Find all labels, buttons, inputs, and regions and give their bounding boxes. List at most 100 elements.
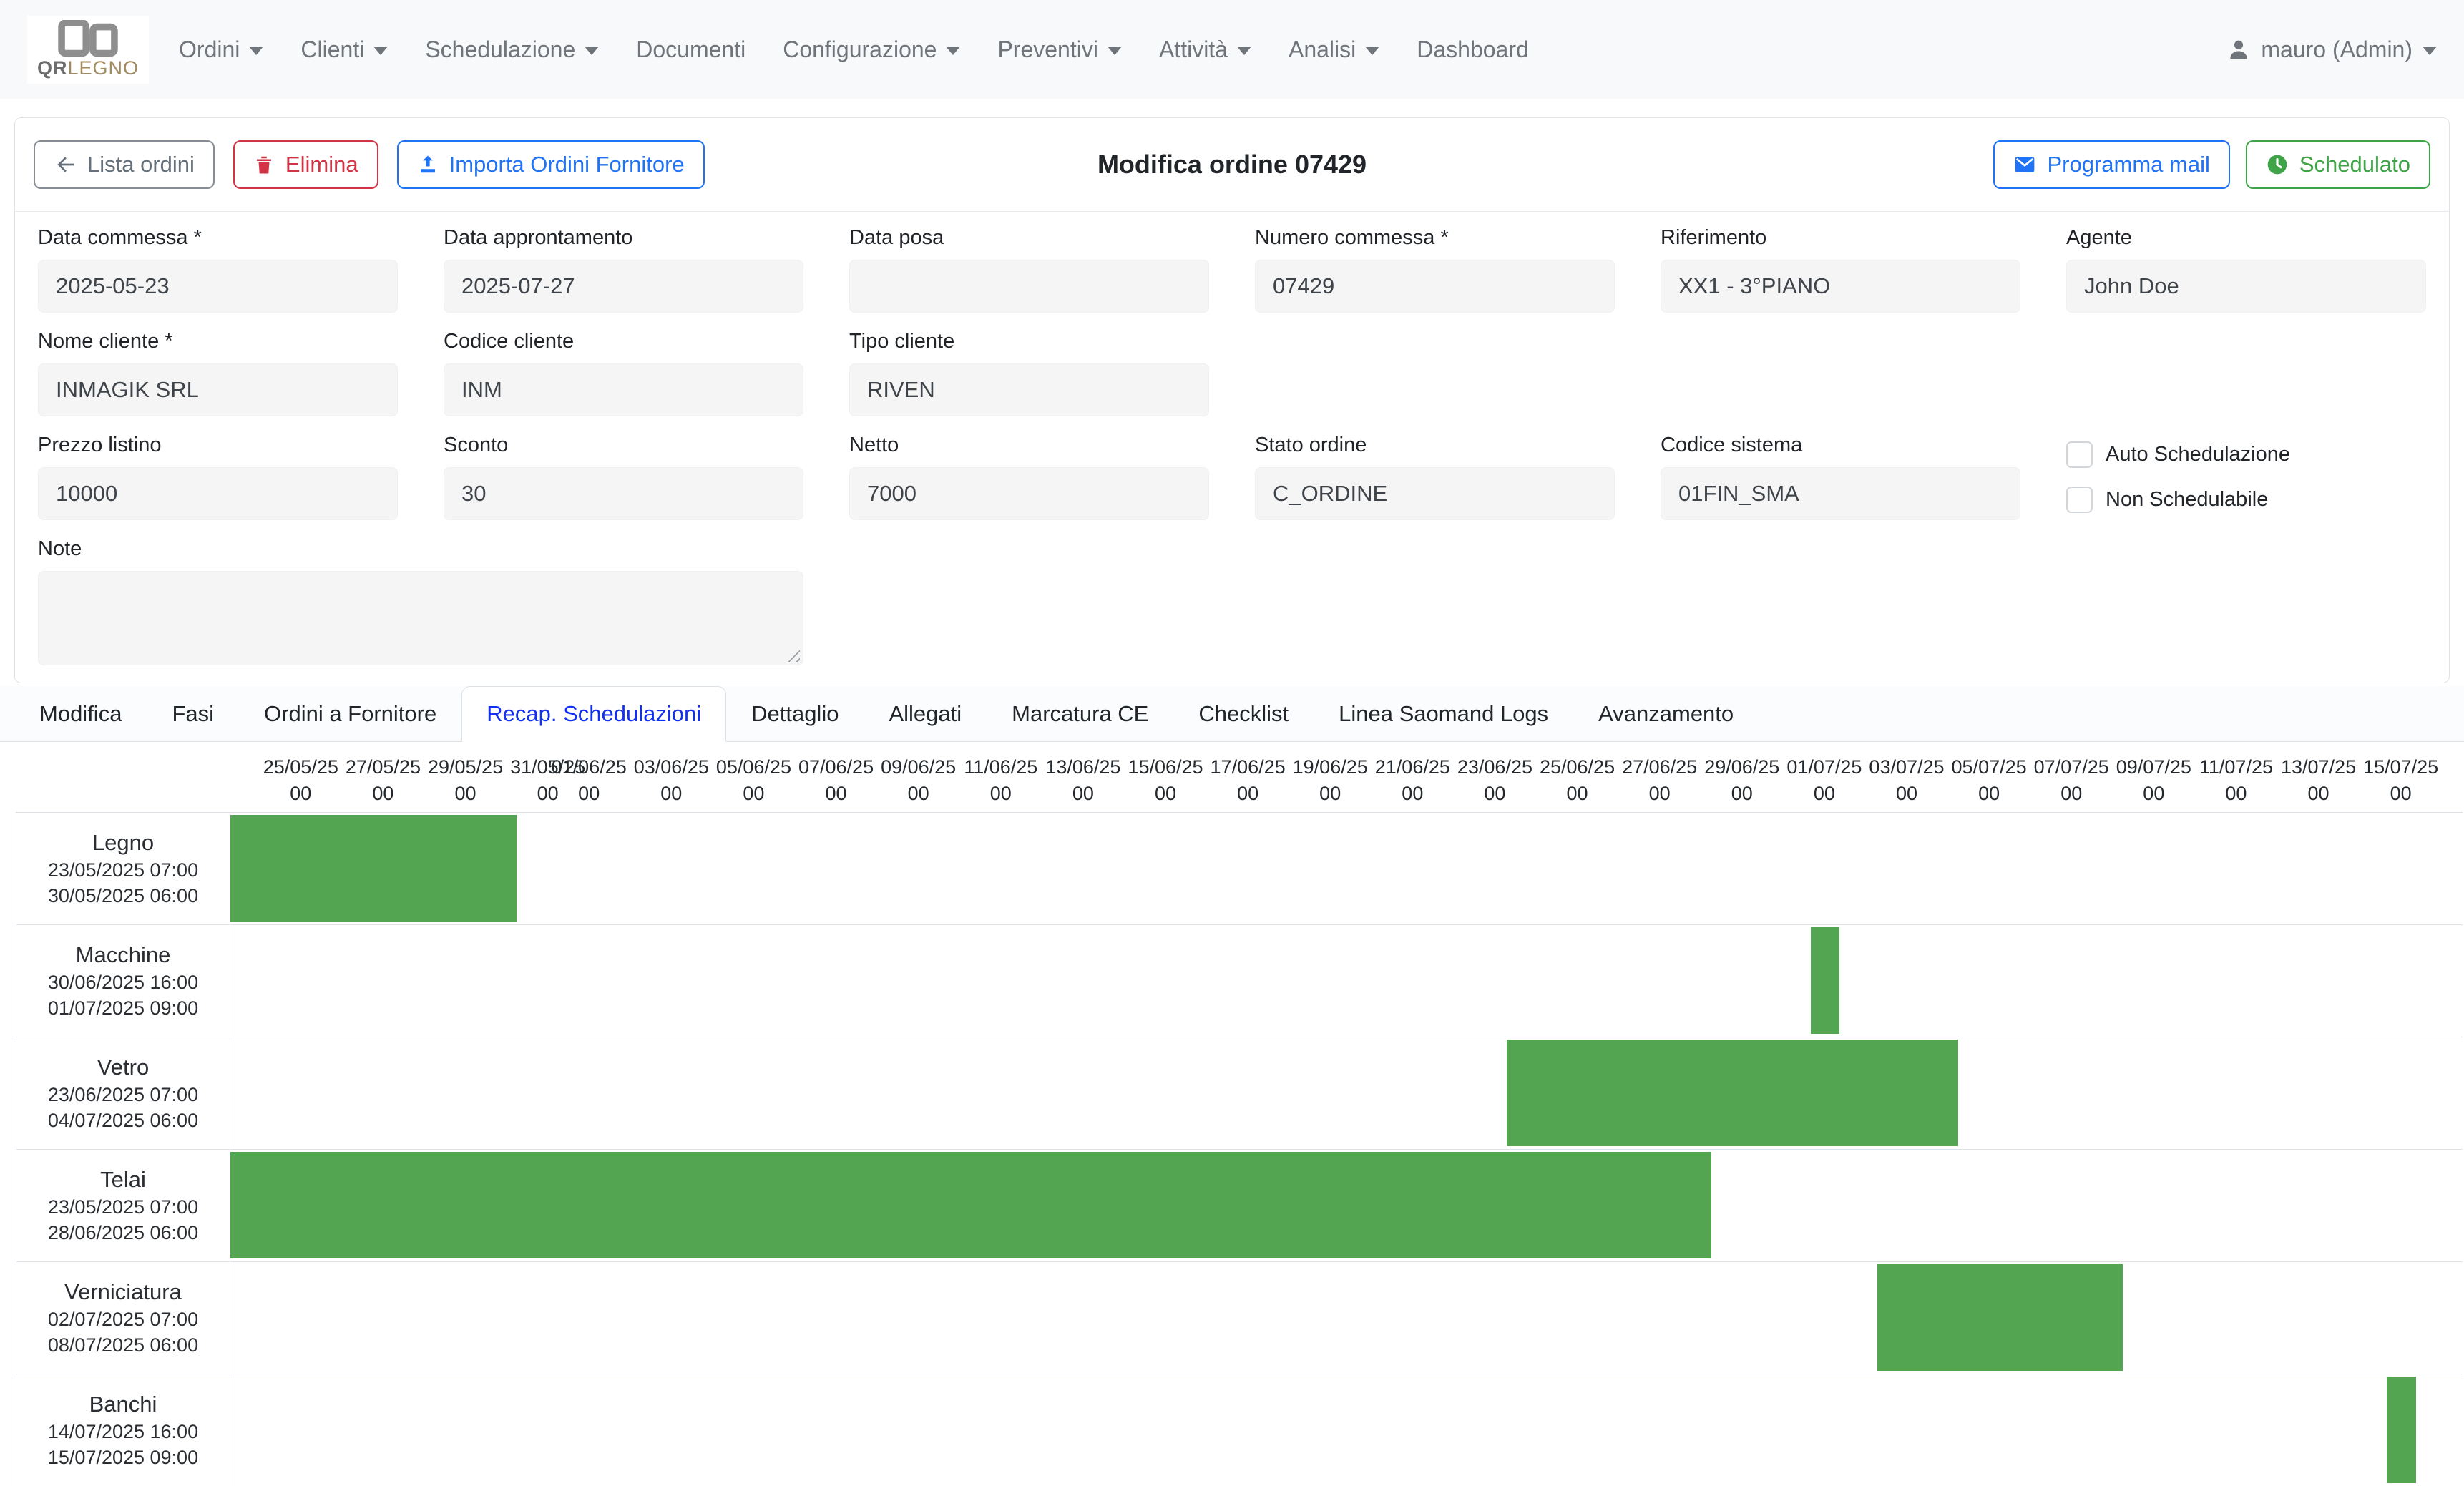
user-menu[interactable]: mauro (Admin) xyxy=(2226,36,2437,63)
chevron-down-icon xyxy=(2423,47,2437,55)
nav-item-dashboard[interactable]: Dashboard xyxy=(1417,36,1529,63)
stato-ordine-input[interactable]: C_ORDINE xyxy=(1255,467,1615,520)
data-posa-input[interactable] xyxy=(849,260,1209,313)
tab-ordini-a-fornitore[interactable]: Ordini a Fornitore xyxy=(239,686,461,742)
nav-item-schedulazione[interactable]: Schedulazione xyxy=(425,36,599,63)
gantt-row-banchi: Banchi14/07/2025 16:0015/07/2025 09:00 xyxy=(16,1374,2463,1486)
tab-recap-schedulazioni[interactable]: Recap. Schedulazioni xyxy=(461,686,726,742)
tipo-cliente-input[interactable]: RIVEN xyxy=(849,363,1209,416)
tick-date-label: 01/07/25 xyxy=(1786,754,1862,780)
sconto-input[interactable]: 30 xyxy=(444,467,803,520)
tab-allegati[interactable]: Allegati xyxy=(864,686,987,742)
codice-cliente-input[interactable]: INM xyxy=(444,363,803,416)
tick-date-label: 11/06/25 xyxy=(964,754,1037,780)
time-tick: 19/06/2500 xyxy=(1293,754,1368,806)
phase-start-datetime: 23/05/2025 07:00 xyxy=(48,859,198,881)
tick-date-label: 13/07/25 xyxy=(2281,754,2356,780)
checkbox-box[interactable] xyxy=(2066,441,2093,468)
tick-hour-label: 00 xyxy=(1869,781,1944,806)
phase-name: Banchi xyxy=(89,1392,157,1417)
checkbox-non-schedulabile[interactable]: Non Schedulabile xyxy=(2066,487,2426,513)
data-approntamento-input[interactable]: 2025-07-27 xyxy=(444,260,803,313)
nome-cliente-input[interactable]: INMAGIK SRL xyxy=(38,363,398,416)
nav-item-clienti[interactable]: Clienti xyxy=(300,36,388,63)
tick-date-label: 07/06/25 xyxy=(798,754,874,780)
tick-hour-label: 00 xyxy=(428,781,503,806)
scheduled-status-button[interactable]: Schedulato xyxy=(2246,140,2430,189)
netto-input[interactable]: 7000 xyxy=(849,467,1209,520)
tick-hour-label: 00 xyxy=(964,781,1037,806)
note-label: Note xyxy=(38,537,803,561)
tab-fasi[interactable]: Fasi xyxy=(147,686,239,742)
field-label: Riferimento xyxy=(1661,226,2020,250)
riferimento-input[interactable]: XX1 - 3°PIANO xyxy=(1661,260,2020,313)
time-tick: 09/07/2500 xyxy=(2116,754,2191,806)
field-label: Codice sistema xyxy=(1661,434,2020,457)
tick-hour-label: 00 xyxy=(2199,781,2273,806)
time-tick: 07/06/2500 xyxy=(798,754,874,806)
field-label: Tipo cliente xyxy=(849,330,1209,353)
field-label: Sconto xyxy=(444,434,803,457)
qrlegno-logo[interactable]: QRLEGNO xyxy=(27,16,149,84)
chevron-down-icon xyxy=(249,47,263,55)
time-tick: 15/06/2500 xyxy=(1128,754,1203,806)
checkbox-auto-schedulazione[interactable]: Auto Schedulazione xyxy=(2066,441,2426,468)
brand-legno: LEGNO xyxy=(68,57,140,79)
tab-linea-saomand-logs[interactable]: Linea Saomand Logs xyxy=(1314,686,1573,742)
nav-item-ordini[interactable]: Ordini xyxy=(179,36,263,63)
tab-avanzamento[interactable]: Avanzamento xyxy=(1573,686,1759,742)
phase-name: Legno xyxy=(92,830,154,856)
nav-item-analisi[interactable]: Analisi xyxy=(1289,36,1379,63)
phase-start-datetime: 23/06/2025 07:00 xyxy=(48,1084,198,1106)
delete-order-button[interactable]: Elimina xyxy=(233,140,378,189)
tick-date-label: 29/05/25 xyxy=(428,754,503,780)
codice-sistema-input[interactable]: 01FIN_SMA xyxy=(1661,467,2020,520)
field-label: Data posa xyxy=(849,226,1209,250)
schedule-options: Auto Schedulazione Non Schedulabile xyxy=(2066,434,2426,520)
tab-modifica[interactable]: Modifica xyxy=(14,686,147,742)
prezzo-listino-input[interactable]: 10000 xyxy=(38,467,398,520)
tick-date-label: 15/06/25 xyxy=(1128,754,1203,780)
gantt-bar[interactable] xyxy=(1877,1264,2123,1371)
field-label: Nome cliente * xyxy=(38,330,398,353)
user-icon xyxy=(2226,37,2251,62)
tick-hour-label: 00 xyxy=(2281,781,2356,806)
tick-date-label: 05/06/25 xyxy=(716,754,791,780)
nav-item-label: Clienti xyxy=(300,36,364,63)
time-tick: 29/06/2500 xyxy=(1704,754,1779,806)
gantt-bar[interactable] xyxy=(1811,927,1840,1034)
order-card-header: Lista ordini Elimina Importa Ordini Forn… xyxy=(15,118,2449,212)
note-textarea[interactable] xyxy=(38,571,803,665)
nav-item-label: Attività xyxy=(1159,36,1228,63)
nav-item-configurazione[interactable]: Configurazione xyxy=(783,36,960,63)
phase-name: Vetro xyxy=(97,1055,149,1080)
data-commessa-input[interactable]: 2025-05-23 xyxy=(38,260,398,313)
nav-item-label: Configurazione xyxy=(783,36,937,63)
field-label: Codice cliente xyxy=(444,330,803,353)
import-supplier-orders-button[interactable]: Importa Ordini Fornitore xyxy=(397,140,705,189)
numero-commessa-input[interactable]: 07429 xyxy=(1255,260,1615,313)
nav-item-documenti[interactable]: Documenti xyxy=(636,36,745,63)
gantt-row-telai: Telai23/05/2025 07:0028/06/2025 06:00 xyxy=(16,1149,2463,1261)
back-to-orders-button[interactable]: Lista ordini xyxy=(34,140,215,189)
tick-hour-label: 00 xyxy=(1293,781,1368,806)
phase-start-datetime: 02/07/2025 07:00 xyxy=(48,1309,198,1331)
schedule-mail-button[interactable]: Programma mail xyxy=(1993,140,2229,189)
time-tick: 23/06/2500 xyxy=(1457,754,1532,806)
tab-checklist[interactable]: Checklist xyxy=(1173,686,1314,742)
field-nome-cliente: Nome cliente * INMAGIK SRL xyxy=(38,330,398,416)
tick-date-label: 11/07/25 xyxy=(2199,754,2273,780)
time-tick: 11/06/2500 xyxy=(964,754,1037,806)
gantt-bar[interactable] xyxy=(2387,1377,2416,1483)
order-form-grid: Note Data commessa *2025-05-23Data appro… xyxy=(15,212,2449,683)
checkbox-box[interactable] xyxy=(2066,487,2093,513)
field-data-approntamento: Data approntamento2025-07-27 xyxy=(444,226,803,313)
gantt-bar[interactable] xyxy=(230,1152,1711,1258)
agente-input[interactable]: John Doe xyxy=(2066,260,2426,313)
gantt-bar[interactable] xyxy=(1507,1040,1958,1146)
nav-item-preventivi[interactable]: Preventivi xyxy=(997,36,1122,63)
nav-item-attivita[interactable]: Attività xyxy=(1159,36,1251,63)
gantt-bar[interactable] xyxy=(230,815,517,922)
tab-dettaglio[interactable]: Dettaglio xyxy=(726,686,864,742)
tab-marcatura-ce[interactable]: Marcatura CE xyxy=(987,686,1173,742)
